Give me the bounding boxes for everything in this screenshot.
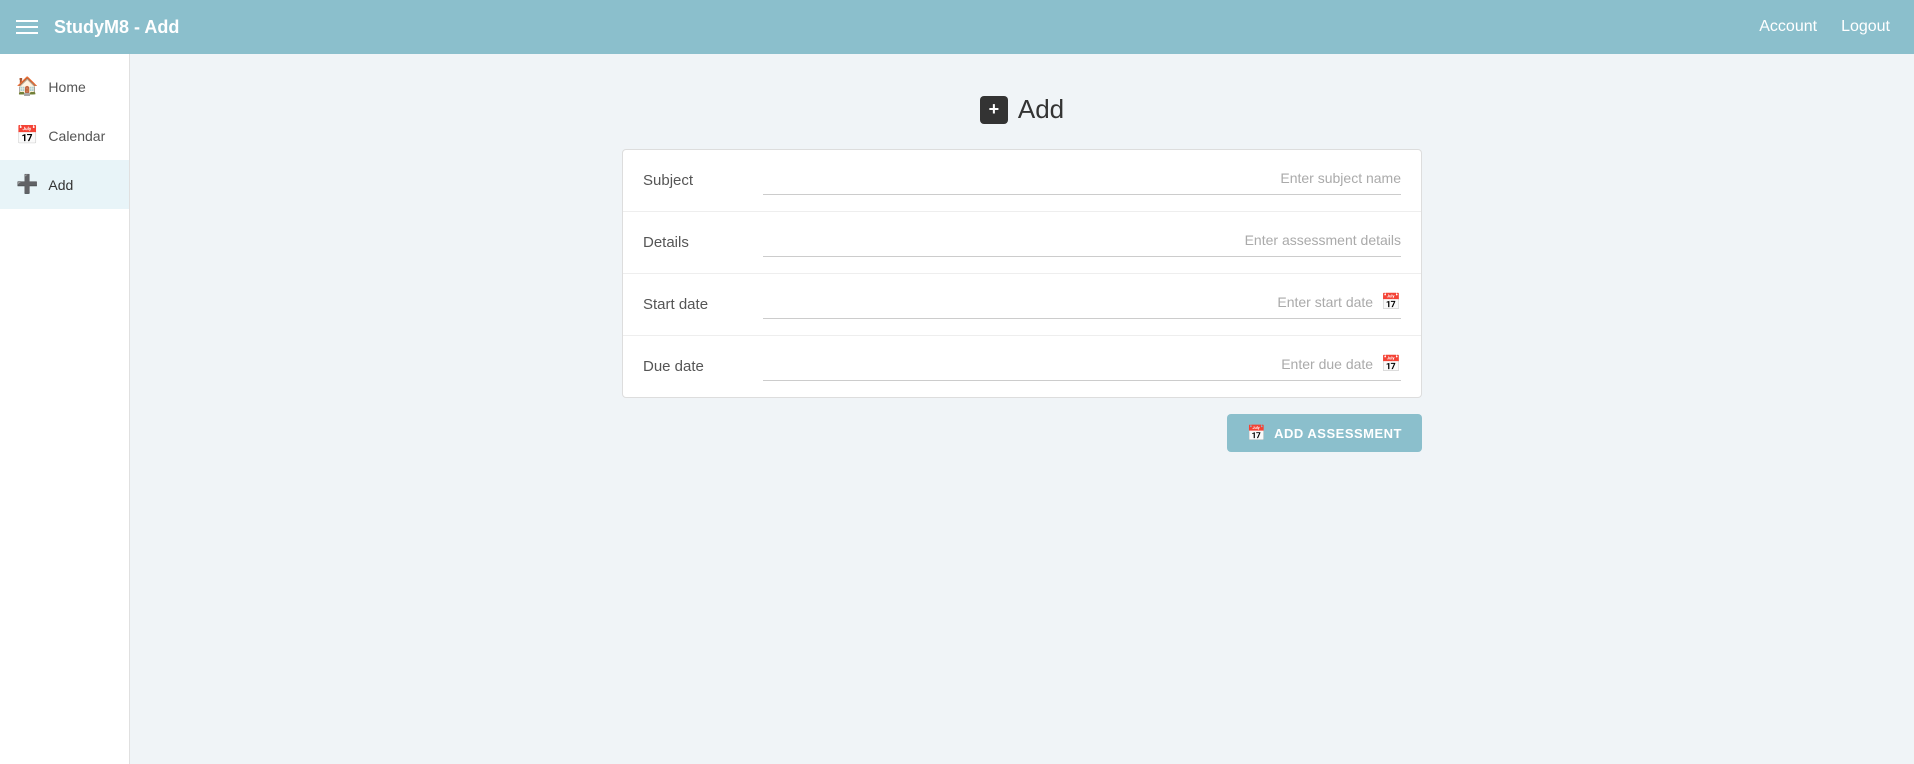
add-assessment-btn-icon: 📅 bbox=[1247, 424, 1266, 442]
page-title-icon: + bbox=[980, 96, 1008, 124]
add-form-card: Subject Details Start date 📅 bbox=[622, 149, 1422, 398]
page-title-text: Add bbox=[1018, 94, 1064, 125]
start-date-calendar-icon: 📅 bbox=[1381, 292, 1401, 312]
account-link[interactable]: Account bbox=[1751, 14, 1825, 40]
subject-row: Subject bbox=[623, 150, 1421, 212]
sidebar-item-add[interactable]: ➕ Add bbox=[0, 160, 129, 209]
subject-label: Subject bbox=[643, 172, 763, 189]
logout-link[interactable]: Logout bbox=[1833, 14, 1898, 40]
sidebar-label-calendar: Calendar bbox=[48, 128, 105, 144]
page-title: + Add bbox=[980, 94, 1064, 125]
details-row: Details bbox=[623, 212, 1421, 274]
due-date-calendar-icon: 📅 bbox=[1381, 354, 1401, 374]
main-content: + Add Subject Details Start da bbox=[130, 54, 1914, 764]
details-input-wrapper bbox=[763, 228, 1401, 257]
due-date-row: Due date 📅 bbox=[623, 336, 1421, 397]
due-date-input-wrapper: 📅 bbox=[763, 352, 1401, 381]
subject-input[interactable] bbox=[763, 166, 1401, 190]
sidebar-label-home: Home bbox=[48, 79, 85, 95]
sidebar: 🏠 Home 📅 Calendar ➕ Add bbox=[0, 54, 130, 764]
topbar-right: Account Logout bbox=[1751, 14, 1898, 40]
add-assessment-button[interactable]: 📅 ADD ASSESSMENT bbox=[1227, 414, 1422, 452]
sidebar-label-add: Add bbox=[48, 177, 73, 193]
sidebar-item-home[interactable]: 🏠 Home bbox=[0, 62, 129, 111]
hamburger-menu-icon[interactable] bbox=[16, 20, 38, 34]
details-label: Details bbox=[643, 234, 763, 251]
sidebar-item-calendar[interactable]: 📅 Calendar bbox=[0, 111, 129, 160]
home-icon: 🏠 bbox=[16, 76, 38, 97]
app-title: StudyM8 - Add bbox=[54, 17, 179, 38]
start-date-input[interactable] bbox=[763, 290, 1373, 314]
start-date-input-wrapper: 📅 bbox=[763, 290, 1401, 319]
details-input[interactable] bbox=[763, 228, 1401, 252]
add-sidebar-icon: ➕ bbox=[16, 174, 38, 195]
topbar: StudyM8 - Add Account Logout bbox=[0, 0, 1914, 54]
due-date-input[interactable] bbox=[763, 352, 1373, 376]
due-date-label: Due date bbox=[643, 358, 763, 375]
layout: 🏠 Home 📅 Calendar ➕ Add + Add Subject bbox=[0, 54, 1914, 764]
calendar-sidebar-icon: 📅 bbox=[16, 125, 38, 146]
topbar-left: StudyM8 - Add bbox=[16, 17, 179, 38]
button-area: 📅 ADD ASSESSMENT bbox=[622, 414, 1422, 452]
start-date-row: Start date 📅 bbox=[623, 274, 1421, 336]
add-assessment-btn-label: ADD ASSESSMENT bbox=[1274, 426, 1402, 441]
start-date-label: Start date bbox=[643, 296, 763, 313]
subject-input-wrapper bbox=[763, 166, 1401, 195]
